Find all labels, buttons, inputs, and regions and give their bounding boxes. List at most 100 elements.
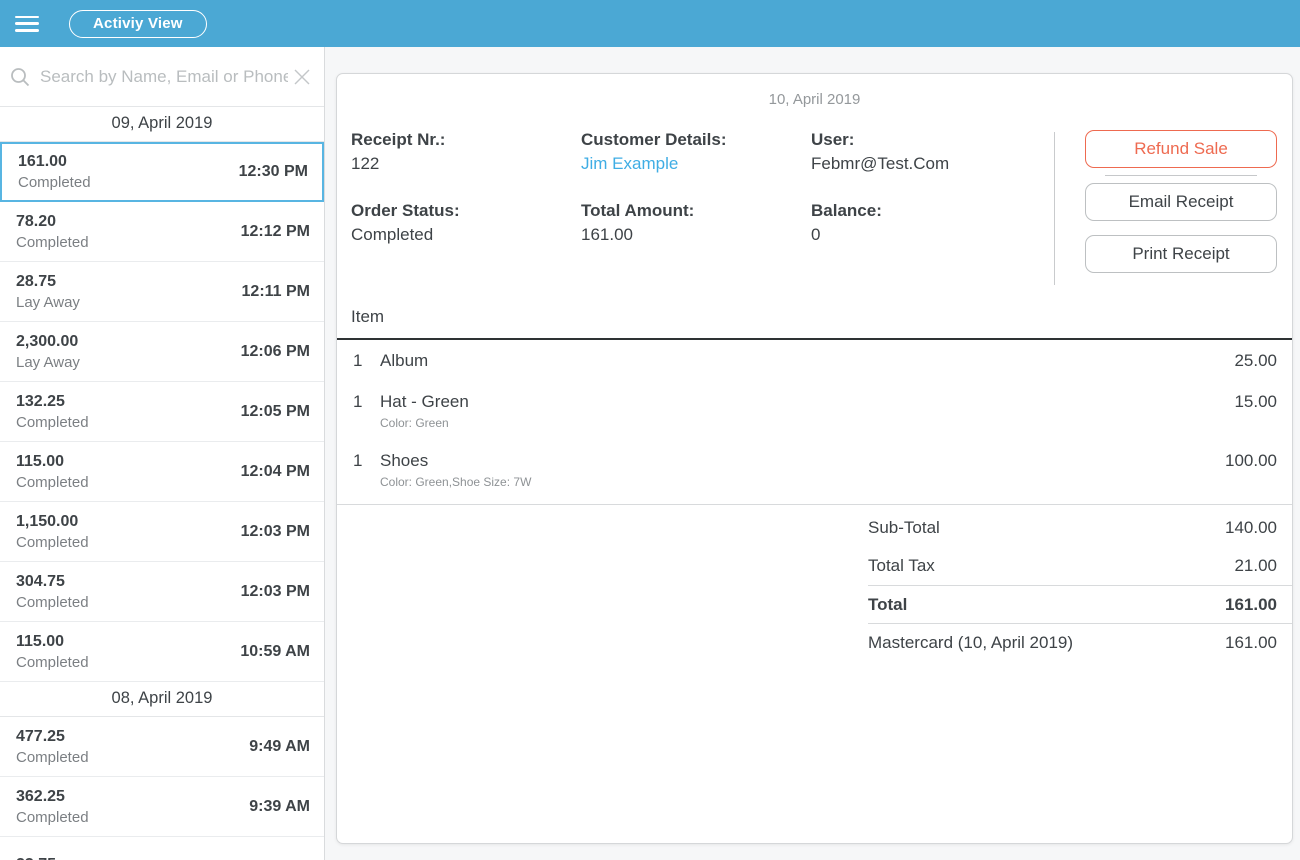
field-label: Customer Details: (581, 130, 811, 150)
receipt-item-row: 1ShoesColor: Green,Shoe Size: 7W100.00 (337, 440, 1292, 499)
clear-search-icon[interactable] (288, 65, 316, 89)
date-group-header: 09, April 2019 (0, 107, 324, 142)
print-receipt-button[interactable]: Print Receipt (1085, 235, 1277, 273)
receipt-field: Balance:0 (811, 201, 1054, 245)
total-row: Total Tax 21.00 (868, 547, 1292, 585)
total-label: Sub-Total (868, 518, 940, 538)
search-icon (8, 65, 32, 89)
transaction-amount: 28.75 (16, 273, 80, 291)
transaction-amount: 132.25 (16, 393, 89, 411)
receipt-panel: 10, April 2019 Receipt Nr.: 122Customer D… (325, 47, 1300, 860)
field-label: Order Status: (351, 201, 581, 221)
transaction-row[interactable]: 1,150.00Completed 12:03 PM (0, 502, 324, 562)
action-separator (1105, 175, 1257, 176)
total-label: Mastercard (10, April 2019) (868, 633, 1073, 653)
item-name: Shoes (380, 451, 1225, 471)
transaction-summary: 2,300.00Lay Away (16, 333, 80, 371)
transaction-row[interactable]: 362.25Completed9:39 AM (0, 777, 324, 837)
field-label: Total Amount: (581, 201, 811, 221)
total-label: Total (868, 595, 907, 615)
transaction-summary: 1,150.00Completed (16, 513, 89, 551)
field-label: Receipt Nr.: (351, 130, 581, 150)
transaction-row[interactable]: 132.25 Completed 12:05 PM (0, 382, 324, 442)
transaction-status: Completed (16, 534, 89, 551)
transaction-summary: 28.75Lay Away (16, 273, 80, 311)
transaction-time: 12:03 PM (241, 523, 310, 541)
transaction-time: 9:39 AM (249, 798, 310, 816)
item-price: 15.00 (1234, 392, 1277, 412)
item-name-block: Hat - Green Color: Green (380, 392, 1234, 430)
item-quantity: 1 (353, 351, 380, 371)
customer-link[interactable]: Jim Example (581, 154, 811, 174)
field-value: 161.00 (581, 225, 811, 245)
transaction-row[interactable]: 23.75 (0, 837, 324, 860)
refund-sale-button[interactable]: Refund Sale (1085, 130, 1277, 168)
transaction-row[interactable]: 28.75Lay Away 12:11 PM (0, 262, 324, 322)
items-header: Item (337, 295, 1292, 340)
item-quantity: 1 (353, 392, 380, 412)
transaction-status: Completed (18, 174, 91, 191)
transaction-time: 9:49 AM (249, 738, 310, 756)
transaction-summary: 477.25 Completed (16, 728, 89, 766)
total-value: 161.00 (1225, 595, 1277, 615)
email-receipt-button[interactable]: Email Receipt (1085, 183, 1277, 221)
field-value: 122 (351, 154, 581, 174)
menu-icon[interactable] (15, 16, 39, 32)
transaction-status: Completed (16, 474, 89, 491)
receipt-field: Customer Details: Jim Example (581, 130, 811, 174)
transaction-sidebar: 09, April 2019161.00Completed12:30 PM78.… (0, 47, 325, 860)
transaction-row[interactable]: 115.00Completed12:04 PM (0, 442, 324, 502)
field-value: 0 (811, 225, 1054, 245)
item-name: Hat - Green (380, 392, 1234, 412)
transaction-row[interactable]: 2,300.00Lay Away12:06 PM (0, 322, 324, 382)
receipt-field: Order Status: Completed (351, 201, 581, 245)
transaction-amount: 2,300.00 (16, 333, 80, 351)
total-value: 21.00 (1234, 556, 1277, 576)
item-variant: Color: Green (380, 416, 1234, 430)
transaction-status: Completed (16, 749, 89, 766)
transaction-summary: 23.75 (16, 856, 56, 860)
transaction-amount: 477.25 (16, 728, 89, 746)
transaction-amount: 78.20 (16, 213, 89, 231)
transaction-status: Completed (16, 414, 89, 431)
top-bar: Activiy View (0, 0, 1300, 47)
item-price: 100.00 (1225, 451, 1277, 471)
receipt-actions: Refund Sale Email Receipt Print Receipt (1055, 130, 1277, 285)
date-group-header: 08, April 2019 (0, 682, 324, 717)
item-name-block: Shoes Color: Green,Shoe Size: 7W (380, 451, 1225, 489)
activity-view-button[interactable]: Activiy View (69, 10, 207, 38)
transaction-time: 12:11 PM (242, 283, 310, 301)
total-value: 161.00 (1225, 633, 1277, 653)
transaction-list: 09, April 2019161.00Completed12:30 PM78.… (0, 107, 324, 860)
receipt-field: Receipt Nr.: 122 (351, 130, 581, 174)
transaction-row[interactable]: 115.00Completed10:59 AM (0, 622, 324, 682)
total-row: Sub-Total140.00 (868, 509, 1292, 547)
transaction-time: 12:05 PM (241, 403, 310, 421)
receipt-header: Receipt Nr.: 122Customer Details: Jim Exam… (337, 108, 1292, 285)
transaction-row[interactable]: 78.20Completed 12:12 PM (0, 202, 324, 262)
transaction-amount: 304.75 (16, 573, 89, 591)
transaction-row[interactable]: 304.75Completed 12:03 PM (0, 562, 324, 622)
transaction-summary: 161.00Completed (18, 153, 91, 191)
items-list: 1Album25.001Hat - GreenColor: Green15.00… (337, 340, 1292, 499)
transaction-amount: 362.25 (16, 788, 89, 806)
search-input[interactable] (40, 67, 288, 87)
totals-section: Sub-Total140.00 Total Tax 21.00 Total 161.00… (337, 504, 1292, 661)
field-label: User: (811, 130, 1054, 150)
transaction-time: 12:12 PM (241, 223, 310, 241)
transaction-amount: 115.00 (16, 453, 89, 471)
transaction-summary: 304.75Completed (16, 573, 89, 611)
total-label: Total Tax (868, 556, 935, 576)
transaction-summary: 78.20Completed (16, 213, 89, 251)
transaction-row[interactable]: 477.25 Completed 9:49 AM (0, 717, 324, 777)
search-bar (0, 47, 324, 107)
receipt-field: User: Febmr@Test.Com (811, 130, 1054, 174)
receipt-item-row: 1Album25.00 (337, 340, 1292, 381)
transaction-time: 12:03 PM (241, 583, 310, 601)
item-variant: Color: Green,Shoe Size: 7W (380, 475, 1225, 489)
field-value: Febmr@Test.Com (811, 154, 1054, 174)
receipt-date: 10, April 2019 (337, 74, 1292, 108)
field-value: Completed (351, 225, 581, 245)
transaction-status: Completed (16, 654, 89, 671)
transaction-row[interactable]: 161.00Completed12:30 PM (0, 142, 324, 202)
